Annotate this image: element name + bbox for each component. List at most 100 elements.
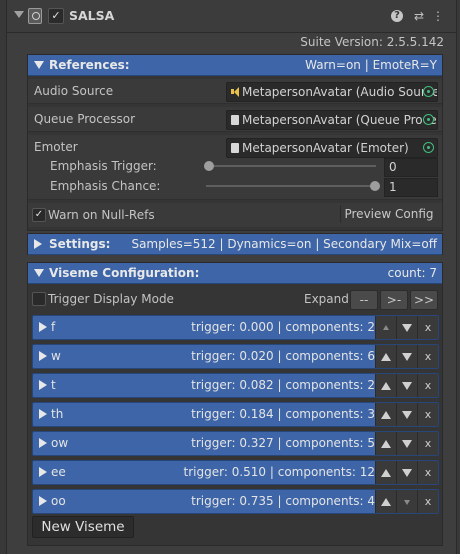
- viseme-row[interactable]: oo trigger: 0.735 | components: 4 x: [32, 489, 439, 514]
- emphasis-chance-label: Emphasis Chance:: [50, 179, 161, 193]
- presets-icon[interactable]: ⇄: [412, 9, 426, 23]
- viseme-info: trigger: 0.510 | components: 12: [183, 465, 375, 479]
- audio-source-value: MetapersonAvatar (Audio Source): [242, 85, 438, 99]
- queue-processor-row: Queue Processor MetapersonAvatar (Queue …: [28, 107, 442, 132]
- move-down-icon[interactable]: [396, 316, 417, 339]
- viseme-info: trigger: 0.000 | components: 2: [191, 320, 375, 334]
- remove-viseme-button[interactable]: x: [417, 461, 438, 484]
- object-picker-icon[interactable]: [423, 114, 434, 125]
- references-status: Warn=on | EmoteR=Y: [305, 58, 437, 72]
- more-menu-icon[interactable]: ⋮: [431, 9, 445, 23]
- viseme-info: trigger: 0.020 | components: 6: [191, 349, 375, 363]
- viseme-row[interactable]: f trigger: 0.000 | components: 2 x: [32, 315, 439, 340]
- emphasis-chance-slider[interactable]: [206, 181, 380, 191]
- queue-processor-label: Queue Processor: [34, 112, 136, 126]
- script-icon: [231, 115, 239, 125]
- expand-all-button[interactable]: >>: [410, 290, 438, 310]
- collapsed-arrow-icon: [39, 351, 47, 361]
- viseme-name: ee: [51, 465, 66, 479]
- emoter-value: MetapersonAvatar (Emoter): [242, 141, 409, 155]
- viseme-info: trigger: 0.327 | components: 5: [191, 436, 375, 450]
- collapse-all-button[interactable]: --: [350, 290, 378, 310]
- viseme-info: trigger: 0.082 | components: 2: [191, 378, 375, 392]
- viseme-name: t: [51, 378, 56, 392]
- references-title: References:: [49, 58, 130, 72]
- audio-source-row: Audio Source MetapersonAvatar (Audio Sou…: [28, 79, 442, 104]
- move-down-icon[interactable]: [396, 345, 417, 368]
- move-down-icon[interactable]: [396, 374, 417, 397]
- emphasis-trigger-label: Emphasis Trigger:: [50, 159, 157, 173]
- remove-viseme-button[interactable]: x: [417, 403, 438, 426]
- emoter-field[interactable]: MetapersonAvatar (Emoter): [226, 138, 438, 158]
- settings-summary: Samples=512 | Dynamics=on | Secondary Mi…: [131, 237, 437, 251]
- viseme-name: oo: [51, 494, 66, 508]
- new-viseme-button[interactable]: New Viseme: [32, 516, 134, 538]
- audio-source-icon: [231, 87, 239, 97]
- move-up-icon[interactable]: [375, 403, 396, 426]
- viseme-row[interactable]: th trigger: 0.184 | components: 3 x: [32, 402, 439, 427]
- remove-viseme-button[interactable]: x: [417, 374, 438, 397]
- expanded-arrow-icon: [34, 269, 44, 277]
- references-section: References: Warn=on | EmoteR=Y Audio Sou…: [27, 54, 443, 231]
- move-up-icon[interactable]: [375, 432, 396, 455]
- expand-label: Expand: [304, 292, 349, 306]
- move-up-icon[interactable]: [375, 374, 396, 397]
- warn-null-label: Warn on Null-Refs: [48, 208, 155, 222]
- slider-thumb[interactable]: [370, 181, 380, 191]
- settings-header[interactable]: Settings: Samples=512 | Dynamics=on | Se…: [28, 234, 442, 255]
- object-picker-icon[interactable]: [423, 142, 434, 153]
- viseme-config-header[interactable]: Viseme Configuration: count: 7: [28, 263, 442, 284]
- fold-arrow-icon[interactable]: [14, 11, 24, 18]
- viseme-config-title: Viseme Configuration:: [49, 266, 200, 280]
- viseme-name: f: [51, 320, 56, 334]
- emphasis-chance-input[interactable]: 1: [384, 178, 438, 197]
- viseme-name: ow: [51, 436, 69, 450]
- collapsed-arrow-icon: [39, 496, 47, 506]
- audio-source-field[interactable]: MetapersonAvatar (Audio Source): [226, 82, 438, 102]
- settings-section: Settings: Samples=512 | Dynamics=on | Se…: [27, 233, 443, 255]
- remove-viseme-button[interactable]: x: [417, 345, 438, 368]
- move-up-icon[interactable]: [375, 461, 396, 484]
- queue-processor-value: MetapersonAvatar (Queue Processor): [242, 113, 437, 127]
- object-picker-icon[interactable]: [423, 86, 434, 97]
- remove-viseme-button[interactable]: x: [417, 490, 438, 513]
- viseme-row[interactable]: t trigger: 0.082 | components: 2 x: [32, 373, 439, 398]
- viseme-name: th: [51, 407, 64, 421]
- settings-title: Settings:: [49, 237, 111, 251]
- collapsed-arrow-icon: [39, 467, 47, 477]
- slider-thumb[interactable]: [204, 161, 214, 171]
- viseme-info: trigger: 0.735 | components: 4: [191, 494, 375, 508]
- preview-config-button[interactable]: Preview Config: [340, 205, 437, 223]
- move-down-icon[interactable]: [396, 432, 417, 455]
- emphasis-trigger-input[interactable]: 0: [384, 158, 438, 177]
- inspector-component: ✓ SALSA ? ⇄ ⋮ Suite Version: 2.5.5.142 R…: [6, 0, 457, 554]
- move-up-icon[interactable]: [375, 490, 396, 513]
- component-header[interactable]: ✓ SALSA ? ⇄ ⋮: [7, 0, 456, 33]
- help-icon[interactable]: ?: [391, 10, 403, 22]
- references-header[interactable]: References: Warn=on | EmoteR=Y: [28, 55, 442, 76]
- collapsed-arrow-icon: [34, 239, 42, 249]
- component-title: SALSA: [69, 8, 115, 23]
- viseme-row[interactable]: w trigger: 0.020 | components: 6 x: [32, 344, 439, 369]
- expand-next-button[interactable]: >-: [380, 290, 408, 310]
- move-down-icon[interactable]: [396, 461, 417, 484]
- remove-viseme-button[interactable]: x: [417, 432, 438, 455]
- trigger-display-mode-checkbox[interactable]: [32, 292, 46, 306]
- warn-null-checkbox[interactable]: ✓: [32, 208, 46, 222]
- viseme-name: w: [51, 349, 61, 363]
- queue-processor-field[interactable]: MetapersonAvatar (Queue Processor): [226, 110, 438, 130]
- emoter-label: Emoter: [34, 140, 78, 154]
- move-down-icon[interactable]: [396, 403, 417, 426]
- collapsed-arrow-icon: [39, 409, 47, 419]
- collapsed-arrow-icon: [39, 380, 47, 390]
- viseme-row[interactable]: ow trigger: 0.327 | components: 5 x: [32, 431, 439, 456]
- emphasis-trigger-slider[interactable]: [204, 161, 376, 171]
- enabled-checkbox[interactable]: ✓: [48, 8, 64, 24]
- viseme-row[interactable]: ee trigger: 0.510 | components: 12 x: [32, 460, 439, 485]
- expanded-arrow-icon: [34, 61, 44, 69]
- remove-viseme-button[interactable]: x: [417, 316, 438, 339]
- trigger-display-mode-label: Trigger Display Mode: [48, 292, 174, 306]
- collapsed-arrow-icon: [39, 438, 47, 448]
- move-up-icon[interactable]: [375, 345, 396, 368]
- viseme-config-section: Viseme Configuration: count: 7 Trigger D…: [27, 262, 443, 546]
